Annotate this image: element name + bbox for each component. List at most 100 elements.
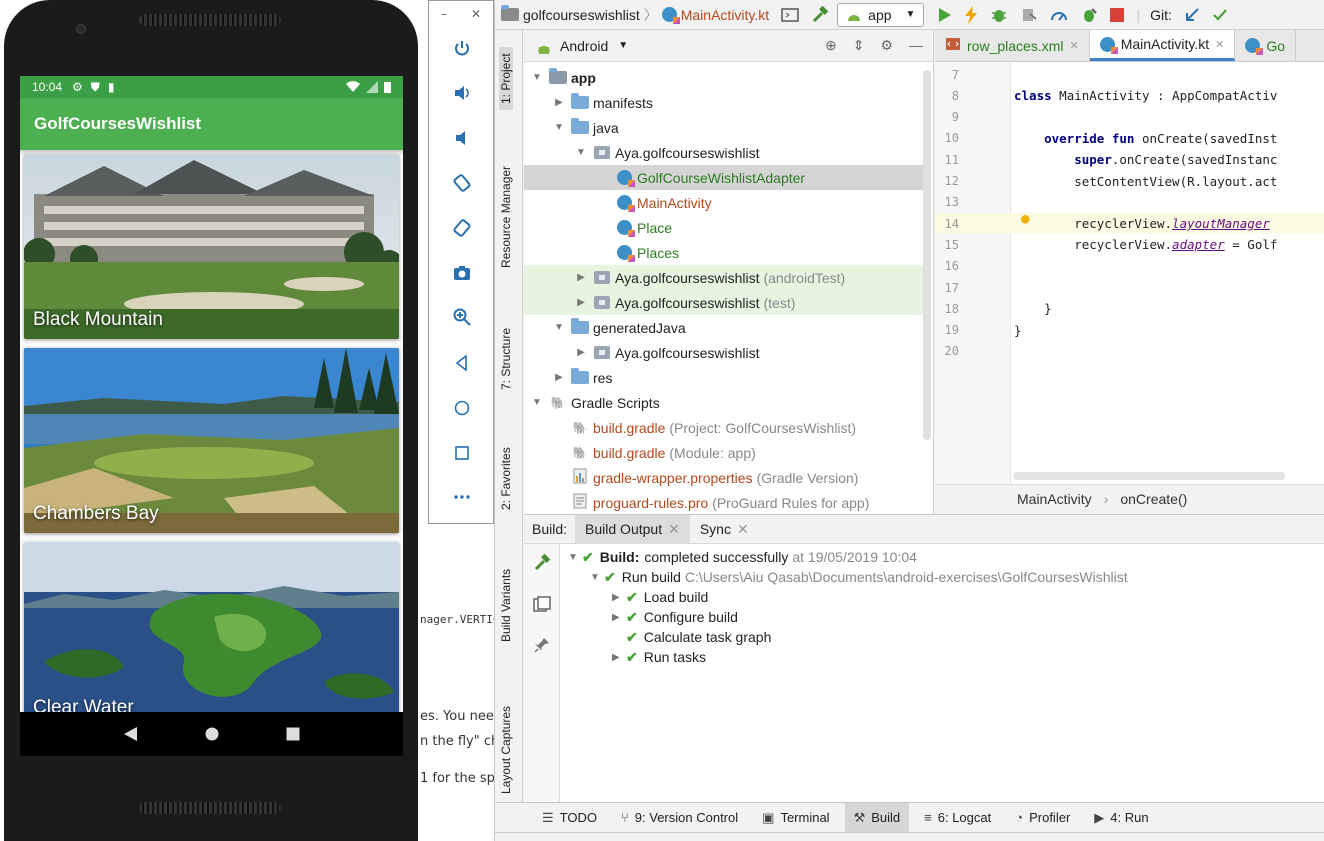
collapsed-arrow-icon[interactable]: ▶: [552, 372, 566, 383]
profile-icon[interactable]: [1020, 6, 1038, 24]
code-line[interactable]: 13: [935, 192, 1324, 213]
close-icon[interactable]: ✕: [1215, 38, 1224, 51]
tree-item[interactable]: 🐘 build.gradle (Module: app): [524, 440, 928, 465]
code-line[interactable]: 14 recyclerView.layoutManager ●: [935, 211, 1324, 235]
tool-window-button[interactable]: ⚒ Build: [844, 802, 910, 833]
apply-changes-icon[interactable]: [964, 5, 978, 24]
favorites-tab[interactable]: 2: Favorites: [499, 447, 513, 510]
lightbulb-icon[interactable]: ●: [1021, 211, 1029, 227]
breadcrumb-class[interactable]: MainActivity: [1017, 491, 1092, 507]
collapsed-arrow-icon[interactable]: ▶: [552, 97, 566, 108]
breadcrumb-file[interactable]: MainActivity.kt: [681, 7, 769, 23]
tab-sync[interactable]: Sync ✕: [690, 515, 759, 544]
volume-down-icon[interactable]: [450, 126, 474, 150]
stop-icon[interactable]: [1110, 7, 1125, 22]
expand-arrow-icon[interactable]: ▶: [612, 592, 626, 603]
rotate-left-icon[interactable]: [450, 171, 474, 195]
rotate-right-icon[interactable]: [450, 216, 474, 240]
tree-item[interactable]: ▶ res: [524, 365, 928, 390]
tree-item[interactable]: ▶ Aya.golfcourseswishlist: [524, 340, 928, 365]
hide-icon[interactable]: —: [909, 37, 923, 54]
expanded-arrow-icon[interactable]: ▼: [552, 122, 566, 133]
tree-item[interactable]: MainActivity: [524, 190, 928, 215]
expanded-arrow-icon[interactable]: ▼: [530, 397, 544, 408]
hammer-icon[interactable]: [533, 553, 551, 576]
tree-item[interactable]: ▼ app: [524, 65, 928, 90]
tree-item[interactable]: ▼ Aya.golfcourseswishlist: [524, 140, 928, 165]
tool-window-button[interactable]: ⑂ 9: Version Control: [612, 803, 747, 833]
tool-window-button[interactable]: ▣ Terminal: [753, 803, 838, 833]
attach-debugger-icon[interactable]: [1080, 6, 1098, 24]
expand-arrow-icon[interactable]: ▼: [590, 572, 604, 583]
tool-window-button[interactable]: ≡ 6: Logcat: [915, 803, 1000, 833]
chevron-down-icon[interactable]: ▼: [618, 40, 628, 51]
build-output-row[interactable]: ▶ ✔ Load build: [612, 587, 708, 607]
tool-window-button[interactable]: ◔ Profiler: [1006, 803, 1079, 833]
run-icon[interactable]: [936, 7, 952, 23]
git-commit-icon[interactable]: [1212, 7, 1228, 23]
close-icon[interactable]: ✕: [737, 521, 749, 538]
code-line[interactable]: 16: [935, 256, 1324, 277]
breadcrumb-project[interactable]: golfcourseswishlist: [523, 7, 640, 23]
code-line[interactable]: 18 }: [935, 298, 1324, 319]
locate-icon[interactable]: ⊕: [825, 37, 837, 54]
tree-item[interactable]: proguard-rules.pro (ProGuard Rules for ap…: [524, 490, 928, 515]
layout-captures-tab[interactable]: Layout Captures: [499, 706, 513, 794]
home-icon[interactable]: [450, 396, 474, 420]
place-card[interactable]: Black Mountain: [24, 154, 399, 339]
scrollbar[interactable]: [923, 70, 931, 440]
minimize-button[interactable]: –: [441, 7, 447, 21]
code-line[interactable]: 7: [935, 64, 1324, 85]
pin-icon[interactable]: [533, 636, 551, 658]
camera-icon[interactable]: [450, 261, 474, 285]
build-variants-tab[interactable]: Build Variants: [499, 569, 513, 642]
code-line[interactable]: 10 override fun onCreate(savedInst: [935, 128, 1324, 149]
layout-icon[interactable]: [781, 7, 799, 23]
expand-arrow-icon[interactable]: ▶: [612, 652, 626, 663]
code-line[interactable]: 15 recyclerView.adapter = Golf: [935, 234, 1324, 255]
toggle-view-icon[interactable]: [533, 596, 551, 618]
code-line[interactable]: 8 class MainActivity : AppCompatActiv: [935, 85, 1324, 106]
code-line[interactable]: 20: [935, 341, 1324, 362]
project-view-select[interactable]: Android: [560, 38, 608, 54]
tree-item[interactable]: ▶ Aya.golfcourseswishlist (androidTest): [524, 265, 928, 290]
expanded-arrow-icon[interactable]: ▼: [552, 322, 566, 333]
editor-tab[interactable]: Go: [1235, 30, 1297, 61]
tool-window-button[interactable]: ▶ 4: Run: [1085, 803, 1157, 833]
code-editor[interactable]: 7 8 class MainActivity : AppCompatActiv 9 10…: [935, 62, 1324, 484]
overview-icon[interactable]: [450, 441, 474, 465]
place-card[interactable]: Clear Water: [24, 542, 399, 727]
build-output-row[interactable]: ▶ ✔ Configure build: [612, 607, 738, 627]
zoom-icon[interactable]: [450, 305, 474, 329]
more-icon[interactable]: [450, 485, 474, 509]
code-line[interactable]: 11 super.onCreate(savedInstanc: [935, 149, 1324, 170]
tree-item[interactable]: Place: [524, 215, 928, 240]
build-output-row[interactable]: ▼ ✔ Build: completed successfully at 19/05/2…: [568, 547, 917, 567]
tree-item[interactable]: ▶ manifests: [524, 90, 928, 115]
hammer-icon[interactable]: [811, 5, 829, 24]
horizontal-scrollbar[interactable]: [1013, 472, 1285, 480]
nav-back-icon[interactable]: [123, 727, 138, 741]
tree-item[interactable]: GolfCourseWishlistAdapter: [524, 165, 928, 190]
place-card[interactable]: Chambers Bay: [24, 348, 399, 533]
run-configuration-select[interactable]: app ▼: [837, 2, 925, 27]
close-icon[interactable]: ✕: [668, 521, 680, 538]
collapsed-arrow-icon[interactable]: ▶: [574, 297, 588, 308]
expand-arrow-icon[interactable]: ▶: [612, 612, 626, 623]
code-line[interactable]: 17: [935, 277, 1324, 298]
code-line[interactable]: 9: [935, 107, 1324, 128]
breadcrumb-method[interactable]: onCreate(): [1120, 491, 1187, 507]
build-output-row[interactable]: ✔ Calculate task graph: [612, 627, 771, 647]
tree-item[interactable]: ▶ Aya.golfcourseswishlist (test): [524, 290, 928, 315]
close-button[interactable]: ✕: [471, 7, 481, 21]
close-icon[interactable]: ✕: [1069, 39, 1078, 52]
expanded-arrow-icon[interactable]: ▼: [574, 147, 588, 158]
editor-tab[interactable]: row_places.xml ✕: [935, 30, 1090, 61]
tree-item[interactable]: Places: [524, 240, 928, 265]
build-output-row[interactable]: ▼ ✔ Run build C:\Users\Aiu Qasab\Documents\…: [590, 567, 1128, 587]
code-line[interactable]: 19}: [935, 320, 1324, 341]
tree-item[interactable]: ▼ generatedJava: [524, 315, 928, 340]
collapse-icon[interactable]: ⇕: [853, 37, 865, 54]
back-icon[interactable]: [450, 351, 474, 375]
build-output-row[interactable]: ▶ ✔ Run tasks: [612, 647, 706, 667]
